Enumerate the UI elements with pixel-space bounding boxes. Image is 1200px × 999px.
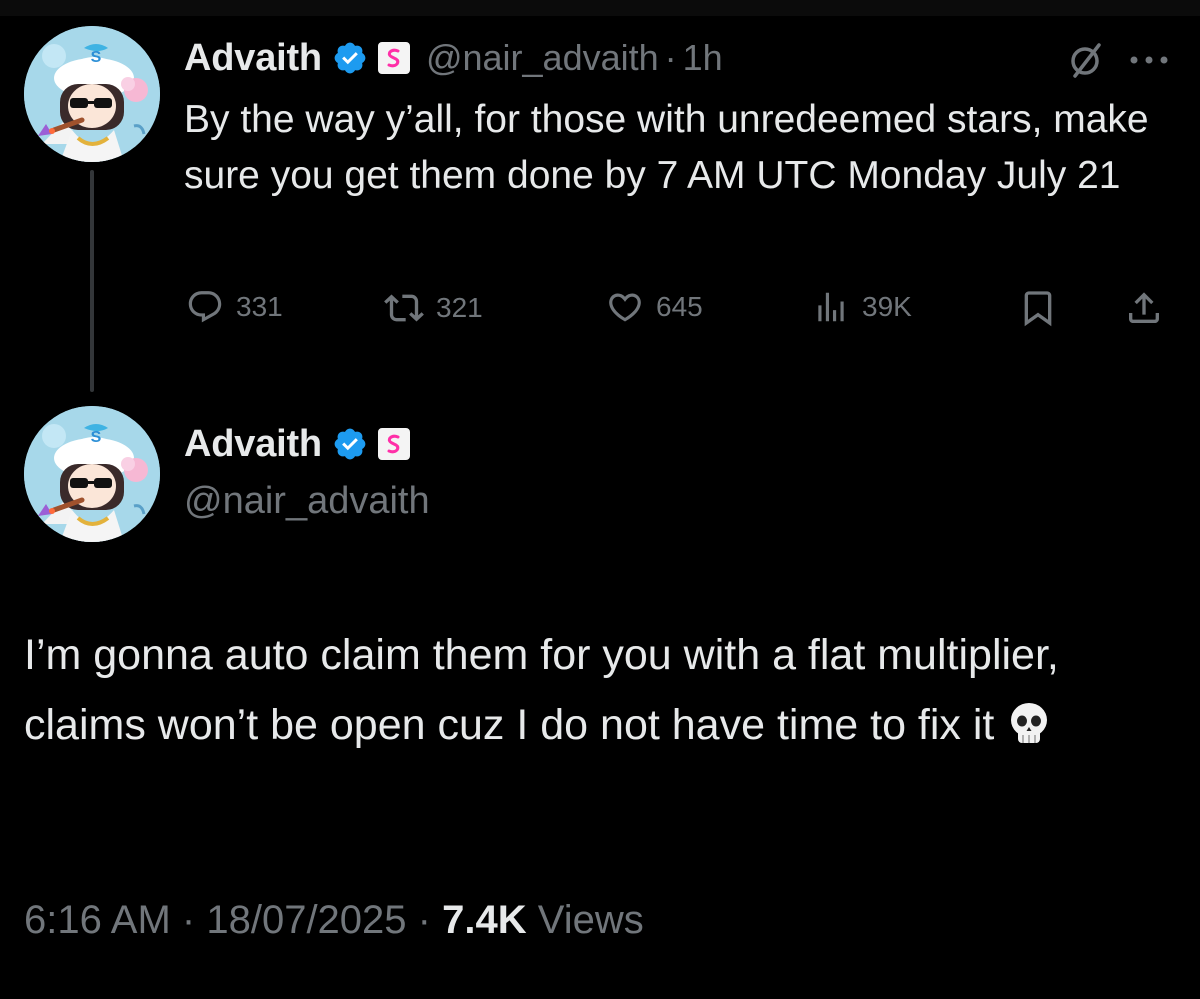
user-handle[interactable]: @nair_advaith [184,480,430,523]
avatar[interactable]: S [24,26,160,162]
avatar[interactable]: S [24,406,160,542]
affiliate-badge-icon[interactable] [375,40,412,76]
post-text: By the way y’all, for those with unredee… [184,98,1149,197]
svg-text:S: S [91,429,102,446]
more-options-icon[interactable] [1126,52,1172,68]
share-icon [1129,292,1159,323]
post-header: Advaith @nair_advaith · 1h [184,32,723,84]
verified-badge-icon[interactable] [332,40,368,76]
affiliate-badge-icon[interactable] [375,426,412,462]
reply-button[interactable]: 331 [186,288,283,326]
separator-dot: · [181,898,196,942]
thread-connector-line [90,170,94,392]
repost-icon [384,294,424,322]
avatar-illustration: S [24,26,160,162]
like-button[interactable]: 645 [606,288,703,326]
views-button[interactable]: 39K [812,288,912,326]
user-handle[interactable]: @nair_advaith [426,37,659,79]
avatar-illustration: S [24,406,160,542]
status-strip [0,0,1200,16]
verified-badge-icon[interactable] [332,426,368,462]
reply-icon [188,291,222,323]
post-text: I’m gonna auto claim them for you with a… [24,620,1174,768]
repost-button[interactable]: 321 [384,288,483,328]
bookmark-icon [1024,291,1052,327]
post-date[interactable]: 18/07/2025 [206,898,406,942]
skull-icon [1006,698,1052,768]
reply-count: 331 [236,291,283,322]
svg-text:S: S [91,49,102,66]
post-text-body: I’m gonna auto claim them for you with a… [24,631,1059,749]
repost-count: 321 [436,292,483,323]
post-time[interactable]: 6:16 AM [24,898,171,942]
views-label: Views [537,898,644,942]
separator-dot: · [664,37,677,78]
post-header: Advaith [184,418,412,470]
separator-dot: · [417,898,431,942]
like-count: 645 [656,291,703,322]
analytics-icon [818,292,844,322]
display-name[interactable]: Advaith [184,423,322,466]
views-total: 7.4K [442,898,527,942]
grok-icon[interactable] [1066,40,1106,80]
views-count: 39K [862,291,912,322]
post-metadata: 6:16 AM · 18/07/2025 · 7.4K Views [24,898,644,943]
bookmark-button[interactable] [1018,288,1058,328]
heart-icon [609,293,641,322]
display-name[interactable]: Advaith [184,37,322,80]
post-age[interactable]: 1h [683,37,723,79]
share-button[interactable] [1124,288,1164,328]
